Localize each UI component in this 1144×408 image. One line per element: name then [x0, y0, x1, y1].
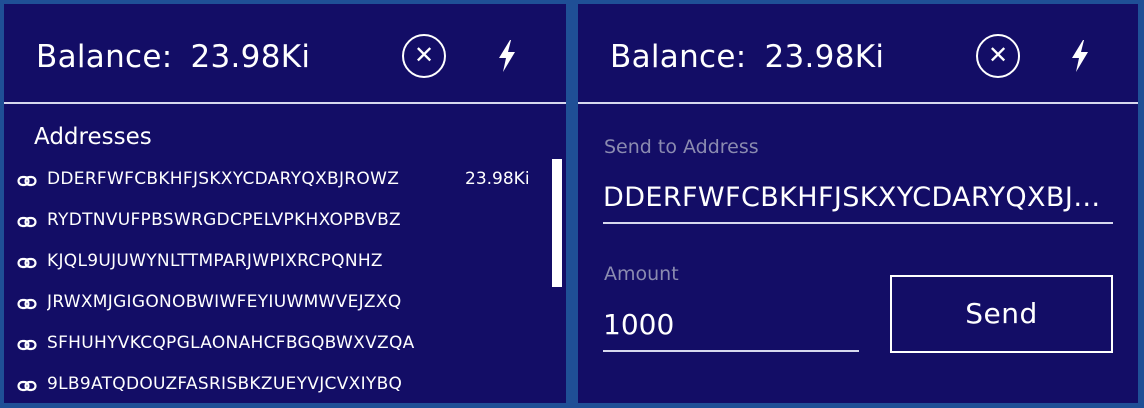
- balance-label: Balance:: [36, 39, 173, 75]
- balance-value: 23.98Ki: [190, 39, 311, 75]
- lightning-button[interactable]: [496, 39, 518, 73]
- send-panel: Balance: 23.98Ki ✕ Send to Address Amount…: [578, 4, 1138, 403]
- address-text: JRWXMJGIGONOBWIWFEYIUWMWVEJZXQ: [47, 292, 402, 312]
- amount-input[interactable]: [603, 298, 859, 352]
- send-to-label: Send to Address: [604, 136, 759, 158]
- address-text: RYDTNVUFPBSWRGDCPELVPKHXOPBVBZ: [47, 210, 401, 230]
- address-row[interactable]: RYDTNVUFPBSWRGDCPELVPKHXOPBVBZ: [4, 205, 552, 246]
- balance-value: 23.98Ki: [764, 39, 885, 75]
- address-row[interactable]: 9LB9ATQDOUZFASRISBKZUEYVJCVXIYBQ: [4, 369, 552, 403]
- link-icon: [17, 257, 37, 269]
- address-row[interactable]: JRWXMJGIGONOBWIWFEYIUWMWVEJZXQ: [4, 287, 552, 328]
- lightning-bolt-icon: [499, 40, 515, 72]
- send-to-address-input[interactable]: [603, 172, 1113, 224]
- address-balance: 23.98Ki: [465, 169, 530, 189]
- address-list-panel: Balance: 23.98Ki ✕ Addresses DDERFWFCBKHF…: [4, 4, 566, 403]
- balance-display: Balance: 23.98Ki: [610, 37, 884, 77]
- address-list: DDERFWFCBKHFJSKXYCDARYQXBJROWZ 23.98Ki R…: [4, 164, 552, 403]
- address-row[interactable]: SFHUHYVKCQPGLAONAHCFBGQBWXVZQA: [4, 328, 552, 369]
- close-button[interactable]: ✕: [402, 34, 446, 78]
- address-row[interactable]: DDERFWFCBKHFJSKXYCDARYQXBJROWZ 23.98Ki: [4, 164, 552, 205]
- send-button[interactable]: Send: [890, 275, 1113, 353]
- close-icon: ✕: [987, 41, 1009, 69]
- scrollbar-thumb[interactable]: [552, 159, 562, 287]
- balance-label: Balance:: [610, 39, 747, 75]
- link-icon: [17, 298, 37, 310]
- link-icon: [17, 339, 37, 351]
- address-text: DDERFWFCBKHFJSKXYCDARYQXBJROWZ: [47, 169, 400, 189]
- address-text: SFHUHYVKCQPGLAONAHCFBGQBWXVZQA: [47, 333, 415, 353]
- addresses-title: Addresses: [34, 124, 152, 150]
- balance-display: Balance: 23.98Ki: [36, 37, 310, 77]
- lightning-bolt-icon: [1072, 40, 1088, 72]
- balance-header: Balance: 23.98Ki ✕: [4, 4, 566, 104]
- balance-header: Balance: 23.98Ki ✕: [578, 4, 1138, 104]
- link-icon: [17, 216, 37, 228]
- lightning-button[interactable]: [1069, 39, 1091, 73]
- address-text: 9LB9ATQDOUZFASRISBKZUEYVJCVXIYBQ: [47, 374, 403, 394]
- close-icon: ✕: [413, 41, 435, 69]
- amount-label: Amount: [604, 263, 679, 285]
- address-text: KJQL9UJUWYNLTTMPARJWPIXRCPQNHZ: [47, 251, 383, 271]
- address-row[interactable]: KJQL9UJUWYNLTTMPARJWPIXRCPQNHZ: [4, 246, 552, 287]
- link-icon: [17, 380, 37, 392]
- link-icon: [17, 175, 37, 187]
- close-button[interactable]: ✕: [976, 34, 1020, 78]
